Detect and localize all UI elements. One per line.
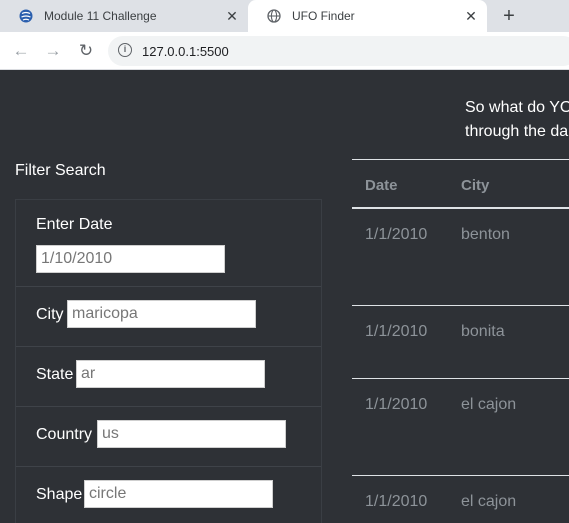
cell-city: el cajon — [461, 396, 517, 413]
cell-date: 1/1/2010 — [365, 396, 428, 413]
close-tab-icon[interactable]: ✕ — [463, 8, 479, 24]
state-input[interactable] — [76, 360, 265, 388]
intro-line: So what do YO — [465, 99, 569, 116]
column-header-city: City — [461, 177, 490, 194]
cell-city: el cajon — [461, 493, 517, 510]
city-label: City — [36, 306, 64, 323]
country-label: Country — [36, 426, 93, 443]
tab-module-11-challenge[interactable]: Module 11 Challenge ✕ — [0, 0, 248, 32]
reload-icon[interactable]: ↻ — [75, 40, 97, 62]
back-arrow-icon[interactable]: ← — [10, 40, 32, 62]
filter-item-shape: Shape — [16, 467, 321, 523]
cell-date: 1/1/2010 — [365, 493, 428, 510]
table-row: 1/1/2010 bonita — [352, 306, 569, 379]
filter-search-title: Filter Search — [15, 162, 106, 179]
shape-input[interactable] — [84, 480, 273, 508]
filter-item-city: City — [16, 287, 321, 347]
info-icon[interactable]: i — [118, 43, 132, 57]
intro-line: through the da — [465, 123, 569, 140]
table-row: 1/1/2010 benton — [352, 209, 569, 306]
cell-date: 1/1/2010 — [365, 323, 428, 340]
country-input[interactable] — [97, 420, 286, 448]
shape-label: Shape — [36, 486, 83, 503]
page-content: So what do YO through the da Filter Sear… — [0, 70, 569, 523]
globe-icon — [266, 8, 282, 24]
new-tab-button[interactable]: + — [498, 5, 520, 27]
address-bar[interactable]: i 127.0.0.1:5500 — [108, 36, 569, 66]
filter-item-country: Country — [16, 407, 321, 467]
table-row: 1/1/2010 el cajon — [352, 379, 569, 476]
date-label: Enter Date — [36, 216, 113, 233]
table-row: 1/1/2010 el cajon — [352, 476, 569, 523]
url-text: 127.0.0.1:5500 — [142, 44, 229, 59]
forward-arrow-icon[interactable]: → — [42, 40, 64, 62]
state-label: State — [36, 366, 74, 383]
tab-strip: Module 11 Challenge ✕ UFO Finder ✕ + — [0, 0, 569, 32]
table-header-row: Date City — [352, 159, 569, 209]
cell-city: bonita — [461, 323, 505, 340]
tab-title: UFO Finder — [292, 9, 355, 23]
globe-icon — [18, 8, 34, 24]
cell-city: benton — [461, 226, 510, 243]
filter-list: Enter Date City State Country Shape — [15, 199, 322, 523]
city-input[interactable] — [67, 300, 256, 328]
tab-title: Module 11 Challenge — [44, 9, 157, 23]
date-input[interactable] — [36, 245, 225, 273]
filter-item-date: Enter Date — [16, 200, 321, 287]
filter-item-state: State — [16, 347, 321, 407]
column-header-date: Date — [365, 177, 398, 194]
tab-ufo-finder[interactable]: UFO Finder ✕ — [248, 0, 487, 32]
browser-toolbar: ← → ↻ i 127.0.0.1:5500 — [0, 32, 569, 70]
close-tab-icon[interactable]: ✕ — [224, 8, 240, 24]
intro-text: So what do YO through the da — [465, 96, 569, 144]
cell-date: 1/1/2010 — [365, 226, 428, 243]
